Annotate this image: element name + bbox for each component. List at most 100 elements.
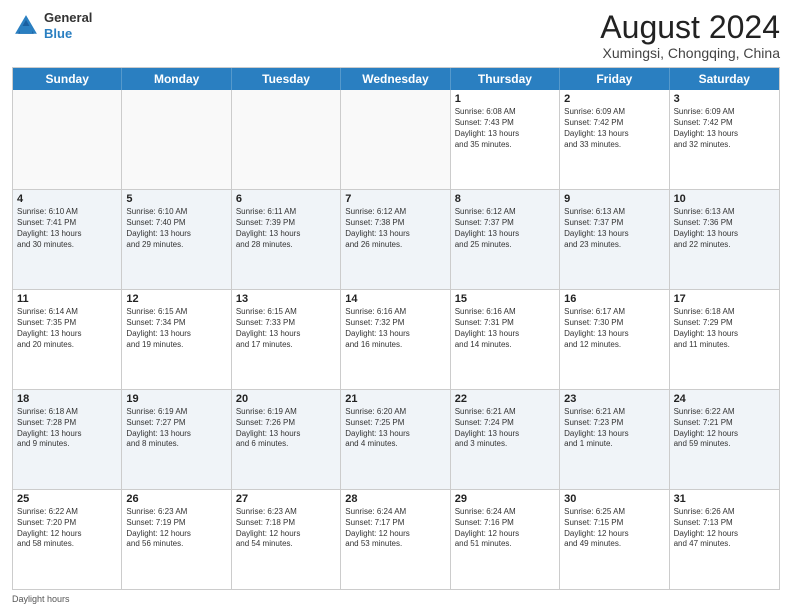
day-info: Sunrise: 6:12 AM Sunset: 7:38 PM Dayligh… xyxy=(345,207,445,250)
day-number: 8 xyxy=(455,193,555,205)
calendar-cell-0-5: 2 Sunrise: 6:09 AM Sunset: 7:42 PM Daylig… xyxy=(560,90,669,189)
calendar-row-2: 4 Sunrise: 6:10 AM Sunset: 7:41 PM Daylig… xyxy=(13,189,779,289)
calendar-cell-3-1: 19Sunrise: 6:19 AM Sunset: 7:27 PM Dayli… xyxy=(122,390,231,489)
day-info: Sunrise: 6:16 AM Sunset: 7:31 PM Dayligh… xyxy=(455,307,555,350)
footer: Daylight hours xyxy=(12,594,780,604)
day-info: Sunrise: 6:11 AM Sunset: 7:39 PM Dayligh… xyxy=(236,207,336,250)
day-info: Sunrise: 6:14 AM Sunset: 7:35 PM Dayligh… xyxy=(17,307,117,350)
day-info: Sunrise: 6:09 AM Sunset: 7:42 PM Dayligh… xyxy=(564,107,664,150)
day-info: Sunrise: 6:21 AM Sunset: 7:24 PM Dayligh… xyxy=(455,407,555,450)
day-info: Sunrise: 6:19 AM Sunset: 7:26 PM Dayligh… xyxy=(236,407,336,450)
day-number: 23 xyxy=(564,393,664,405)
day-number: 10 xyxy=(674,193,775,205)
day-number: 13 xyxy=(236,293,336,305)
day-info: Sunrise: 6:12 AM Sunset: 7:37 PM Dayligh… xyxy=(455,207,555,250)
logo-blue: Blue xyxy=(44,26,92,42)
calendar-cell-0-4: 1 Sunrise: 6:08 AM Sunset: 7:43 PM Daylig… xyxy=(451,90,560,189)
month-year: August 2024 xyxy=(600,10,780,45)
calendar-row-1: 1 Sunrise: 6:08 AM Sunset: 7:43 PM Daylig… xyxy=(13,90,779,189)
day-info: Sunrise: 6:10 AM Sunset: 7:41 PM Dayligh… xyxy=(17,207,117,250)
calendar-cell-4-2: 27Sunrise: 6:23 AM Sunset: 7:18 PM Dayli… xyxy=(232,490,341,589)
calendar-cell-2-1: 12 Sunrise: 6:15 AM Sunset: 7:34 PM Dayli… xyxy=(122,290,231,389)
day-number: 19 xyxy=(126,393,226,405)
calendar-cell-4-1: 26Sunrise: 6:23 AM Sunset: 7:19 PM Dayli… xyxy=(122,490,231,589)
calendar-cell-4-3: 28Sunrise: 6:24 AM Sunset: 7:17 PM Dayli… xyxy=(341,490,450,589)
day-number: 25 xyxy=(17,493,117,505)
day-number: 1 xyxy=(455,93,555,105)
header-wednesday: Wednesday xyxy=(341,68,450,90)
calendar-cell-0-2 xyxy=(232,90,341,189)
day-number: 14 xyxy=(345,293,445,305)
day-number: 3 xyxy=(674,93,775,105)
day-info: Sunrise: 6:23 AM Sunset: 7:18 PM Dayligh… xyxy=(236,507,336,550)
day-number: 26 xyxy=(126,493,226,505)
calendar-body: 1 Sunrise: 6:08 AM Sunset: 7:43 PM Daylig… xyxy=(13,90,779,589)
calendar-cell-1-2: 6Sunrise: 6:11 AM Sunset: 7:39 PM Daylig… xyxy=(232,190,341,289)
calendar-cell-2-4: 15 Sunrise: 6:16 AM Sunset: 7:31 PM Dayli… xyxy=(451,290,560,389)
calendar-row-3: 11 Sunrise: 6:14 AM Sunset: 7:35 PM Dayli… xyxy=(13,289,779,389)
calendar-cell-2-0: 11 Sunrise: 6:14 AM Sunset: 7:35 PM Dayli… xyxy=(13,290,122,389)
calendar-cell-2-2: 13Sunrise: 6:15 AM Sunset: 7:33 PM Dayli… xyxy=(232,290,341,389)
day-info: Sunrise: 6:08 AM Sunset: 7:43 PM Dayligh… xyxy=(455,107,555,150)
calendar-cell-1-0: 4 Sunrise: 6:10 AM Sunset: 7:41 PM Daylig… xyxy=(13,190,122,289)
calendar-cell-0-6: 3Sunrise: 6:09 AM Sunset: 7:42 PM Daylig… xyxy=(670,90,779,189)
header-tuesday: Tuesday xyxy=(232,68,341,90)
calendar-cell-4-4: 29 Sunrise: 6:24 AM Sunset: 7:16 PM Dayli… xyxy=(451,490,560,589)
calendar-header: Sunday Monday Tuesday Wednesday Thursday… xyxy=(13,68,779,90)
day-number: 12 xyxy=(126,293,226,305)
day-number: 28 xyxy=(345,493,445,505)
logo-general: General xyxy=(44,10,92,26)
day-info: Sunrise: 6:20 AM Sunset: 7:25 PM Dayligh… xyxy=(345,407,445,450)
calendar-cell-3-3: 21Sunrise: 6:20 AM Sunset: 7:25 PM Dayli… xyxy=(341,390,450,489)
day-number: 2 xyxy=(564,93,664,105)
calendar-cell-4-6: 31Sunrise: 6:26 AM Sunset: 7:13 PM Dayli… xyxy=(670,490,779,589)
day-info: Sunrise: 6:17 AM Sunset: 7:30 PM Dayligh… xyxy=(564,307,664,350)
day-number: 22 xyxy=(455,393,555,405)
calendar-cell-2-3: 14 Sunrise: 6:16 AM Sunset: 7:32 PM Dayli… xyxy=(341,290,450,389)
calendar-cell-2-5: 16 Sunrise: 6:17 AM Sunset: 7:30 PM Dayli… xyxy=(560,290,669,389)
logo-icon xyxy=(12,12,40,40)
calendar-row-5: 25 Sunrise: 6:22 AM Sunset: 7:20 PM Dayli… xyxy=(13,489,779,589)
day-number: 15 xyxy=(455,293,555,305)
header-thursday: Thursday xyxy=(451,68,560,90)
calendar-cell-3-4: 22 Sunrise: 6:21 AM Sunset: 7:24 PM Dayli… xyxy=(451,390,560,489)
calendar-cell-3-2: 20Sunrise: 6:19 AM Sunset: 7:26 PM Dayli… xyxy=(232,390,341,489)
calendar-cell-4-5: 30Sunrise: 6:25 AM Sunset: 7:15 PM Dayli… xyxy=(560,490,669,589)
day-info: Sunrise: 6:22 AM Sunset: 7:20 PM Dayligh… xyxy=(17,507,117,550)
day-info: Sunrise: 6:13 AM Sunset: 7:37 PM Dayligh… xyxy=(564,207,664,250)
day-number: 18 xyxy=(17,393,117,405)
logo-text: General Blue xyxy=(44,10,92,41)
day-number: 7 xyxy=(345,193,445,205)
header-friday: Friday xyxy=(560,68,669,90)
calendar-cell-1-4: 8 Sunrise: 6:12 AM Sunset: 7:37 PM Daylig… xyxy=(451,190,560,289)
page: General Blue August 2024 Xumingsi, Chong… xyxy=(0,0,792,612)
calendar-cell-3-0: 18 Sunrise: 6:18 AM Sunset: 7:28 PM Dayli… xyxy=(13,390,122,489)
day-info: Sunrise: 6:24 AM Sunset: 7:16 PM Dayligh… xyxy=(455,507,555,550)
day-info: Sunrise: 6:18 AM Sunset: 7:29 PM Dayligh… xyxy=(674,307,775,350)
calendar-cell-1-6: 10Sunrise: 6:13 AM Sunset: 7:36 PM Dayli… xyxy=(670,190,779,289)
calendar: Sunday Monday Tuesday Wednesday Thursday… xyxy=(12,67,780,590)
day-number: 29 xyxy=(455,493,555,505)
day-number: 11 xyxy=(17,293,117,305)
day-number: 31 xyxy=(674,493,775,505)
day-number: 24 xyxy=(674,393,775,405)
day-info: Sunrise: 6:18 AM Sunset: 7:28 PM Dayligh… xyxy=(17,407,117,450)
day-info: Sunrise: 6:25 AM Sunset: 7:15 PM Dayligh… xyxy=(564,507,664,550)
calendar-cell-1-3: 7 Sunrise: 6:12 AM Sunset: 7:38 PM Daylig… xyxy=(341,190,450,289)
day-info: Sunrise: 6:22 AM Sunset: 7:21 PM Dayligh… xyxy=(674,407,775,450)
day-number: 9 xyxy=(564,193,664,205)
calendar-cell-1-1: 5Sunrise: 6:10 AM Sunset: 7:40 PM Daylig… xyxy=(122,190,231,289)
day-info: Sunrise: 6:15 AM Sunset: 7:34 PM Dayligh… xyxy=(126,307,226,350)
calendar-cell-3-6: 24 Sunrise: 6:22 AM Sunset: 7:21 PM Dayli… xyxy=(670,390,779,489)
logo: General Blue xyxy=(12,10,92,41)
day-number: 4 xyxy=(17,193,117,205)
day-number: 17 xyxy=(674,293,775,305)
title-block: August 2024 Xumingsi, Chongqing, China xyxy=(600,10,780,61)
day-number: 16 xyxy=(564,293,664,305)
calendar-cell-1-5: 9 Sunrise: 6:13 AM Sunset: 7:37 PM Daylig… xyxy=(560,190,669,289)
header-monday: Monday xyxy=(122,68,231,90)
header-sunday: Sunday xyxy=(13,68,122,90)
calendar-cell-3-5: 23Sunrise: 6:21 AM Sunset: 7:23 PM Dayli… xyxy=(560,390,669,489)
day-info: Sunrise: 6:16 AM Sunset: 7:32 PM Dayligh… xyxy=(345,307,445,350)
header-saturday: Saturday xyxy=(670,68,779,90)
